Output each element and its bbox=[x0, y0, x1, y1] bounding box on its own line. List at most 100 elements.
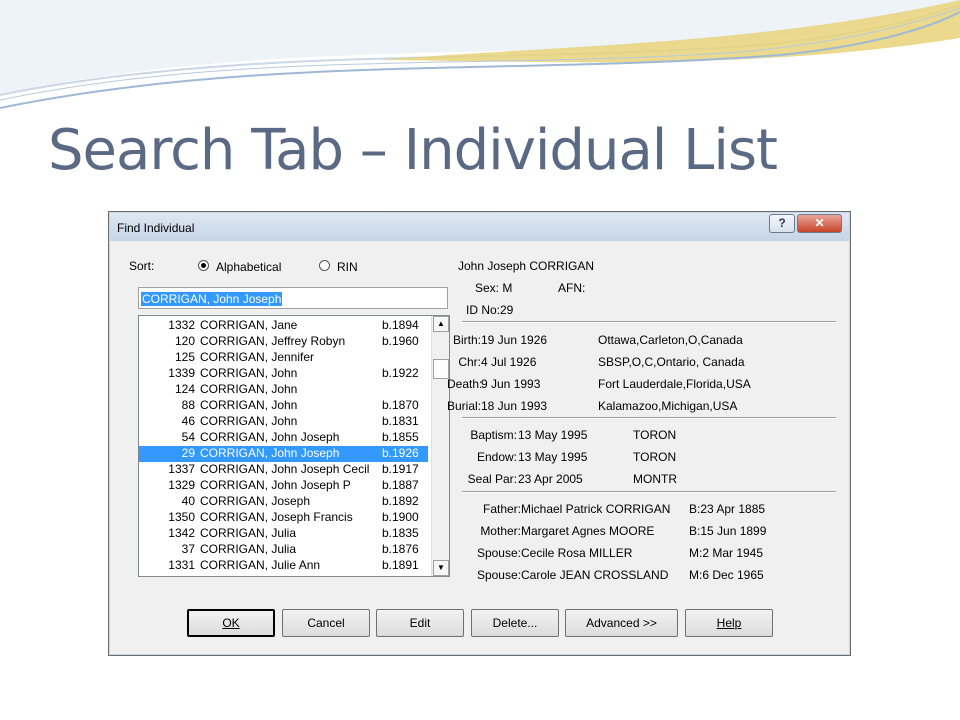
list-item[interactable]: 125 CORRIGAN, Jennifer bbox=[139, 350, 428, 366]
event-label: Burial: bbox=[447, 399, 482, 413]
list-item-birth: b.1917 bbox=[382, 462, 419, 476]
list-item-birth: b.1892 bbox=[382, 494, 419, 508]
search-input-value: CORRIGAN, John Joseph bbox=[141, 292, 283, 306]
dialog-titlebar[interactable]: Find Individual ? ✕ bbox=[110, 213, 849, 241]
list-item[interactable]: 1332 CORRIGAN, Jane b.1894 bbox=[139, 318, 428, 334]
list-item-name: CORRIGAN, Joseph bbox=[200, 494, 311, 508]
list-item[interactable]: 124 CORRIGAN, John bbox=[139, 382, 428, 398]
list-item[interactable]: 1337 CORRIGAN, John Joseph Cecil b.1917 bbox=[139, 462, 428, 478]
help-button[interactable]: Help bbox=[685, 609, 773, 637]
list-item-rin: 1337 bbox=[168, 462, 195, 476]
delete-button[interactable]: Delete... bbox=[471, 609, 559, 637]
dialog-body: Sort: Alphabetical RIN CORRIGAN, John Jo… bbox=[117, 242, 842, 647]
help-label: Help bbox=[716, 616, 742, 630]
list-item-birth: b.1894 bbox=[382, 318, 419, 332]
dialog-title: Find Individual bbox=[117, 221, 195, 235]
list-item[interactable]: 29 CORRIGAN, John Joseph b.1926 bbox=[139, 446, 428, 462]
family-label: Mother: bbox=[480, 524, 521, 538]
list-item-birth: b.1870 bbox=[382, 398, 419, 412]
sort-label: Sort: bbox=[129, 259, 155, 273]
event-label: Death: bbox=[447, 377, 483, 391]
list-item-name: CORRIGAN, John Joseph bbox=[200, 430, 340, 444]
header-decoration bbox=[0, 0, 960, 109]
edit-label: Edit bbox=[409, 616, 431, 630]
event-label: Chr: bbox=[458, 355, 481, 369]
list-item-rin: 124 bbox=[174, 382, 195, 396]
individual-list[interactable]: 1332 CORRIGAN, Jane b.1894 120 CORRIGAN, Jef… bbox=[138, 315, 450, 577]
list-item-birth: b.1900 bbox=[382, 510, 419, 524]
sort-alphabetical-label[interactable]: Alphabetical bbox=[216, 260, 281, 274]
family-date: B:15 Jun 1899 bbox=[689, 524, 767, 538]
list-item[interactable]: 54 CORRIGAN, John Joseph b.1855 bbox=[139, 430, 428, 446]
list-item-name: CORRIGAN, John bbox=[200, 414, 298, 428]
list-item-rin: 54 bbox=[181, 430, 195, 444]
detail-sex: Sex: M bbox=[475, 281, 513, 295]
ok-label: OK bbox=[222, 616, 240, 630]
family-name: Margaret Agnes MOORE bbox=[521, 524, 655, 538]
ordinance-date: 13 May 1995 bbox=[518, 428, 588, 442]
event-date: 4 Jul 1926 bbox=[481, 355, 537, 369]
list-item-birth: b.1831 bbox=[382, 414, 419, 428]
list-item[interactable]: 1331 CORRIGAN, Julie Ann b.1891 bbox=[139, 558, 428, 574]
edit-button[interactable]: Edit bbox=[376, 609, 464, 637]
list-item[interactable]: 37 CORRIGAN, Julia b.1876 bbox=[139, 542, 428, 558]
close-icon[interactable]: ✕ bbox=[797, 214, 842, 233]
detail-afn: AFN: bbox=[558, 281, 586, 295]
family-name: Cecile Rosa MILLER bbox=[521, 546, 633, 560]
list-item-rin: 1329 bbox=[168, 478, 195, 492]
event-place: SBSP,O,C,Ontario, Canada bbox=[598, 355, 745, 369]
list-item-name: CORRIGAN, John bbox=[200, 398, 298, 412]
event-date: 19 Jun 1926 bbox=[481, 333, 548, 347]
list-item-rin: 88 bbox=[181, 398, 195, 412]
separator bbox=[462, 417, 836, 419]
family-label: Father: bbox=[482, 502, 521, 516]
advanced-button[interactable]: Advanced >> bbox=[565, 609, 678, 637]
family-label: Spouse: bbox=[476, 568, 521, 582]
list-item-name: CORRIGAN, Jennifer bbox=[200, 350, 315, 364]
help-icon[interactable]: ? bbox=[769, 214, 795, 233]
list-item-rin: 125 bbox=[174, 350, 195, 364]
list-item[interactable]: 1339 CORRIGAN, John b.1922 bbox=[139, 366, 428, 382]
list-item-birth: b.1887 bbox=[382, 478, 419, 492]
ordinance-label: Endow: bbox=[476, 450, 517, 464]
scroll-up-icon[interactable]: ▲ bbox=[433, 316, 449, 332]
family-label: Spouse: bbox=[476, 546, 521, 560]
event-place: Fort Lauderdale,Florida,USA bbox=[598, 377, 751, 391]
search-input[interactable]: CORRIGAN, John Joseph bbox=[138, 287, 448, 309]
find-individual-dialog: Find Individual ? ✕ Sort: Alphabetical R… bbox=[108, 211, 851, 656]
ordinance-date: 13 May 1995 bbox=[518, 450, 588, 464]
list-item[interactable]: 88 CORRIGAN, John b.1870 bbox=[139, 398, 428, 414]
ordinance-label: Seal Par: bbox=[467, 472, 517, 486]
list-item-name: CORRIGAN, Julia bbox=[200, 526, 297, 540]
ordinance-date: 23 Apr 2005 bbox=[518, 472, 583, 486]
list-item-name: CORRIGAN, John bbox=[200, 382, 298, 396]
list-item-name: CORRIGAN, John Joseph Cecil bbox=[200, 462, 370, 476]
ok-button[interactable]: OK bbox=[187, 609, 275, 637]
sort-alphabetical-radio[interactable] bbox=[198, 260, 209, 271]
sort-rin-radio[interactable] bbox=[319, 260, 330, 271]
list-item[interactable]: 120 CORRIGAN, Jeffrey Robyn b.1960 bbox=[139, 334, 428, 350]
list-item-rin: 1332 bbox=[168, 318, 195, 332]
family-name: Michael Patrick CORRIGAN bbox=[521, 502, 671, 516]
scroll-down-icon[interactable]: ▼ bbox=[433, 560, 449, 576]
event-date: 9 Jun 1993 bbox=[481, 377, 541, 391]
list-item-rin: 40 bbox=[181, 494, 195, 508]
list-item[interactable]: 1342 CORRIGAN, Julia b.1835 bbox=[139, 526, 428, 542]
list-item-name: CORRIGAN, John Joseph bbox=[200, 446, 340, 460]
list-item[interactable]: 1350 CORRIGAN, Joseph Francis b.1900 bbox=[139, 510, 428, 526]
list-item-name: CORRIGAN, Jane bbox=[200, 318, 298, 332]
list-item[interactable]: 1329 CORRIGAN, John Joseph P b.1887 bbox=[139, 478, 428, 494]
event-place: Ottawa,Carleton,O,Canada bbox=[598, 333, 743, 347]
list-item-rin: 1350 bbox=[168, 510, 195, 524]
list-item-birth: b.1926 bbox=[382, 446, 419, 460]
list-item-birth: b.1922 bbox=[382, 366, 419, 380]
list-item-name: CORRIGAN, John Joseph P bbox=[200, 478, 351, 492]
cancel-button[interactable]: Cancel bbox=[282, 609, 370, 637]
list-item-rin: 1339 bbox=[168, 366, 195, 380]
sort-rin-label[interactable]: RIN bbox=[337, 260, 358, 274]
list-item[interactable]: 40 CORRIGAN, Joseph b.1892 bbox=[139, 494, 428, 510]
separator bbox=[462, 321, 836, 323]
list-item[interactable]: 46 CORRIGAN, John b.1831 bbox=[139, 414, 428, 430]
separator bbox=[462, 491, 836, 493]
detail-name: John Joseph CORRIGAN bbox=[458, 259, 595, 273]
